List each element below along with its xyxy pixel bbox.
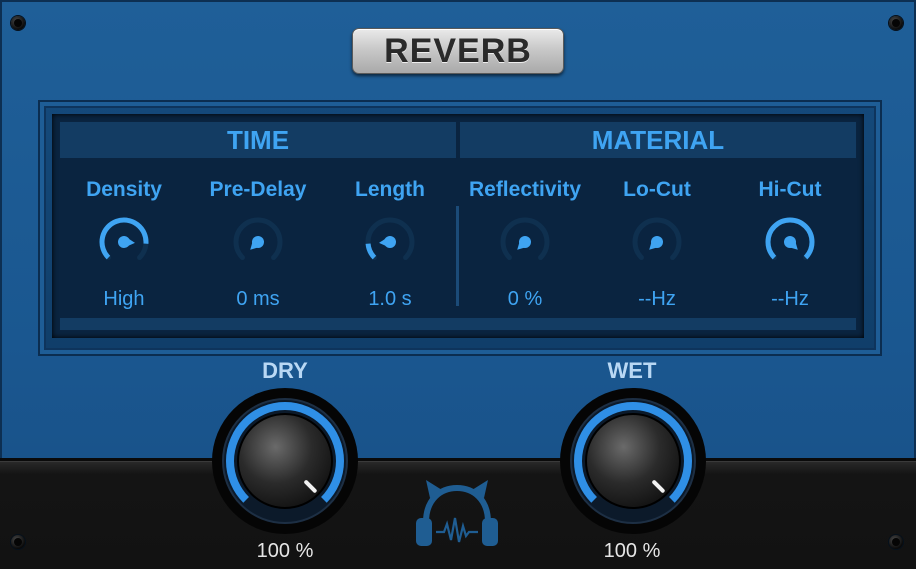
knob-cap: [585, 413, 681, 509]
cat-headphones-icon: [416, 480, 498, 546]
wet-knob-dial[interactable]: [558, 386, 708, 536]
lo-cut-value: --Hz: [638, 288, 676, 310]
hi-cut-value: --Hz: [771, 288, 809, 310]
section-header-material: MATERIAL: [460, 122, 856, 158]
reflectivity-label: Reflectivity: [468, 178, 582, 201]
reverb-plugin-window: REVERB TIME MATERIAL Density High Pre-De…: [0, 0, 916, 569]
dry-knob[interactable]: [210, 386, 360, 536]
screw-icon: [11, 16, 25, 30]
lo-cut-knob-dial[interactable]: [627, 212, 687, 272]
plugin-title: REVERB: [384, 31, 532, 70]
reflectivity-knob[interactable]: Reflectivity 0 %: [459, 178, 591, 328]
hi-cut-knob-dial[interactable]: [760, 212, 820, 272]
wet-label: WET: [607, 358, 657, 383]
screw-icon: [11, 535, 25, 549]
dry-knob-dial[interactable]: [210, 386, 360, 536]
knob-hub: [118, 236, 130, 248]
lo-cut-knob[interactable]: Lo-Cut --Hz: [591, 178, 723, 328]
knob-hub: [519, 236, 531, 248]
pre-delay-knob-dial[interactable]: [228, 212, 288, 272]
lo-cut-label: Lo-Cut: [623, 178, 691, 201]
title-plate: REVERB: [352, 28, 564, 74]
length-label: Length: [355, 178, 425, 201]
screw-icon: [889, 16, 903, 30]
pre-delay-knob[interactable]: Pre-Delay 0 ms: [192, 178, 324, 328]
hi-cut-knob[interactable]: Hi-Cut --Hz: [724, 178, 856, 328]
section-header-time: TIME: [60, 122, 456, 158]
dry-value: 100 %: [256, 540, 314, 562]
knob-cap: [237, 413, 333, 509]
hi-cut-label: Hi-Cut: [758, 178, 822, 201]
knob-hub: [384, 236, 396, 248]
knob-level-arc: [365, 243, 377, 260]
reflectivity-value: 0 %: [507, 288, 543, 310]
dry-label: DRY: [262, 358, 308, 383]
density-label: Density: [86, 178, 162, 201]
length-knob[interactable]: Length 1.0 s: [324, 178, 456, 328]
wet-value: 100 %: [603, 540, 661, 562]
pre-delay-label: Pre-Delay: [209, 178, 307, 201]
density-knob-dial[interactable]: [94, 212, 154, 272]
density-knob[interactable]: Density High: [58, 178, 190, 328]
screw-icon: [889, 535, 903, 549]
knob-hub: [784, 236, 796, 248]
reflectivity-knob-dial[interactable]: [495, 212, 555, 272]
knob-hub: [651, 236, 663, 248]
density-value: High: [103, 288, 145, 310]
length-value: 1.0 s: [368, 288, 412, 310]
length-knob-dial[interactable]: [360, 212, 420, 272]
pre-delay-value: 0 ms: [236, 288, 280, 310]
knob-hub: [252, 236, 264, 248]
wet-knob[interactable]: [558, 386, 708, 536]
